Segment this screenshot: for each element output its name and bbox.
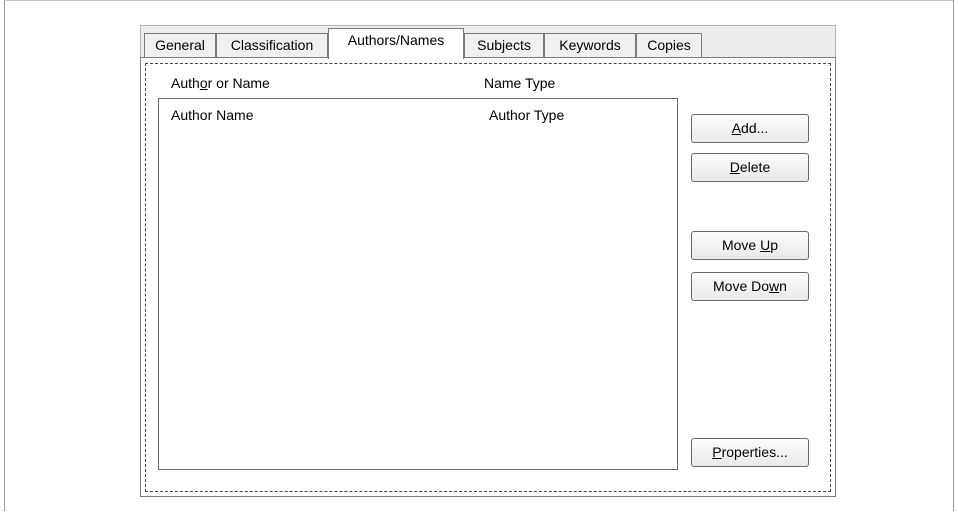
tab-classification[interactable]: Classification bbox=[216, 33, 328, 58]
author-type-cell: Author Type bbox=[489, 107, 565, 123]
authors-list[interactable]: Author Name Author Type bbox=[158, 98, 678, 470]
tab-authors-names[interactable]: Authors/Names bbox=[328, 28, 464, 59]
tab-keywords[interactable]: Keywords bbox=[544, 33, 636, 58]
author-name-cell: Author Name bbox=[171, 107, 254, 123]
add-label: dd... bbox=[741, 120, 769, 136]
author-or-name-column-header: Author or Name bbox=[171, 75, 270, 91]
tab-subjects[interactable]: Subjects bbox=[464, 33, 544, 58]
move-down-label-post: n bbox=[779, 278, 787, 294]
tab-copies[interactable]: Copies bbox=[636, 33, 702, 58]
author-header-text-pre: Auth bbox=[171, 75, 200, 91]
author-header-access-key: o bbox=[199, 75, 208, 91]
properties-button[interactable]: Properties... bbox=[691, 438, 809, 467]
authors-names-panel: Author or Name Name Type Author Name Aut… bbox=[140, 57, 836, 497]
move-down-button[interactable]: Move Down bbox=[691, 272, 809, 301]
author-header-text-post: r or Name bbox=[207, 75, 270, 91]
name-type-column-header: Name Type bbox=[484, 75, 556, 91]
properties-access-key: P bbox=[712, 444, 722, 460]
delete-access-key: D bbox=[729, 159, 740, 175]
properties-label: roperties... bbox=[721, 444, 788, 460]
add-button[interactable]: Add... bbox=[691, 114, 809, 143]
delete-label: elete bbox=[739, 159, 771, 175]
list-item[interactable]: Author Name Author Type bbox=[159, 105, 677, 125]
delete-button[interactable]: Delete bbox=[691, 153, 809, 182]
move-up-label-pre: Move bbox=[721, 237, 761, 253]
move-up-label-post: p bbox=[770, 237, 779, 253]
move-down-access-key: w bbox=[769, 278, 780, 294]
add-access-key: A bbox=[731, 120, 742, 136]
move-up-button[interactable]: Move Up bbox=[691, 231, 809, 260]
move-down-label-pre: Move Do bbox=[713, 278, 770, 294]
move-up-access-key: U bbox=[760, 237, 771, 253]
tab-general[interactable]: General bbox=[144, 33, 216, 58]
